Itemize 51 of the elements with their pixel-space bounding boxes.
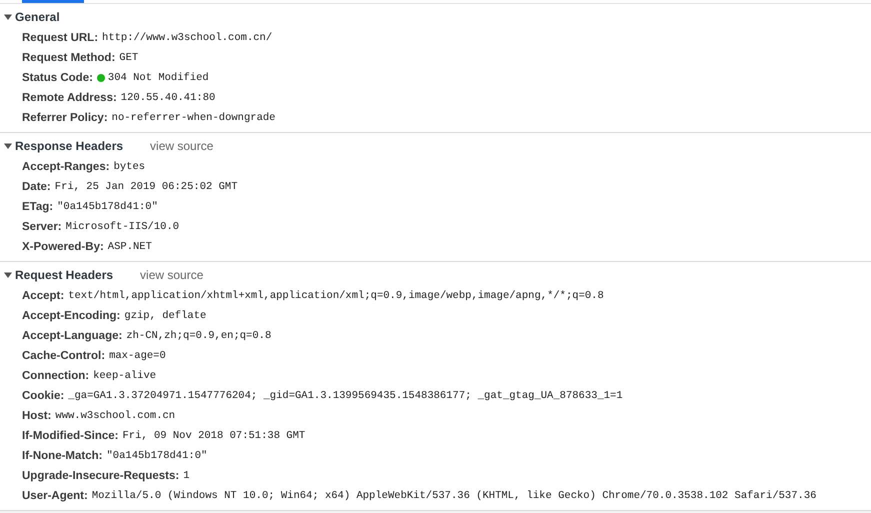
header-value: Microsoft-IIS/10.0 xyxy=(66,221,180,233)
section-title[interactable]: Request Headers xyxy=(15,268,114,282)
section-title[interactable]: Response Headers xyxy=(15,139,124,153)
view-source-link[interactable]: view source xyxy=(150,139,214,153)
header-name: Accept-Encoding: xyxy=(22,310,120,322)
header-name: Referrer Policy: xyxy=(22,112,108,124)
header-value: gzip, deflate xyxy=(124,310,206,322)
header-value: no-referrer-when-downgrade xyxy=(112,112,276,124)
header-name: Status Code: xyxy=(22,72,93,84)
header-name: Connection: xyxy=(22,370,90,382)
header-name: Request URL: xyxy=(22,32,98,44)
header-value: http://www.w3school.com.cn/ xyxy=(102,32,272,44)
header-name: If-Modified-Since: xyxy=(22,430,118,442)
header-value: zh-CN,zh;q=0.9,en;q=0.8 xyxy=(126,330,272,342)
header-value: GET xyxy=(119,52,138,64)
expanded-triangle-icon[interactable] xyxy=(4,271,12,279)
expanded-triangle-icon[interactable] xyxy=(4,13,12,21)
header-name: ETag: xyxy=(22,201,54,213)
expanded-triangle-icon[interactable] xyxy=(4,142,12,150)
header-value: bytes xyxy=(114,161,146,173)
section-title[interactable]: General xyxy=(15,10,60,24)
header-value: _ga=GA1.3.37204971.1547776204; _gid=GA1.3.1399569435.1548386177; _gat_gtag_UA_878633_1=1 xyxy=(68,390,623,402)
header-value: text/html,application/xhtml+xml,application/xml;q=0.9,image/webp,image/apng,*/*;q=0.8 xyxy=(68,290,604,302)
header-name: Upgrade-Insecure-Requests: xyxy=(22,470,180,482)
header-value: ASP.NET xyxy=(108,241,152,253)
header-name: X-Powered-By: xyxy=(22,241,104,253)
header-name: Host: xyxy=(22,410,52,422)
header-value: Fri, 09 Nov 2018 07:51:38 GMT xyxy=(122,430,306,442)
view-source-link[interactable]: view source xyxy=(140,268,204,282)
header-value: "0a145b178d41:0" xyxy=(57,201,158,213)
header-value: "0a145b178d41:0" xyxy=(106,450,208,462)
header-value: 120.55.40.41:80 xyxy=(120,92,216,104)
header-name: Accept: xyxy=(22,290,64,302)
header-name: Request Method: xyxy=(22,52,116,64)
header-name: Date: xyxy=(22,181,51,193)
header-name: Accept-Language: xyxy=(22,330,122,342)
header-value: max-age=0 xyxy=(109,350,166,362)
header-value: www.w3school.com.cn xyxy=(55,410,176,422)
header-name: User-Agent: xyxy=(22,490,88,502)
header-name: Cookie: xyxy=(22,390,64,402)
header-name: Accept-Ranges: xyxy=(22,161,110,173)
header-value: Mozilla/5.0 (Windows NT 10.0; Win64; x64) AppleWebKit/537.36 (KHTML, like Gecko) Chrome/70.0.3538.102 Safari/537.36 xyxy=(92,490,816,502)
header-name: If-None-Match: xyxy=(22,450,102,462)
header-value: keep-alive xyxy=(93,370,156,382)
header-name: Remote Address: xyxy=(22,92,117,104)
header-value: 304 Not Modified xyxy=(108,72,209,84)
header-name: Server: xyxy=(22,221,62,233)
header-value: Fri, 25 Jan 2019 06:25:02 GMT xyxy=(54,181,238,193)
header-value: 1 xyxy=(183,470,190,482)
header-name: Cache-Control: xyxy=(22,350,106,362)
active-tab-underline xyxy=(22,0,84,3)
